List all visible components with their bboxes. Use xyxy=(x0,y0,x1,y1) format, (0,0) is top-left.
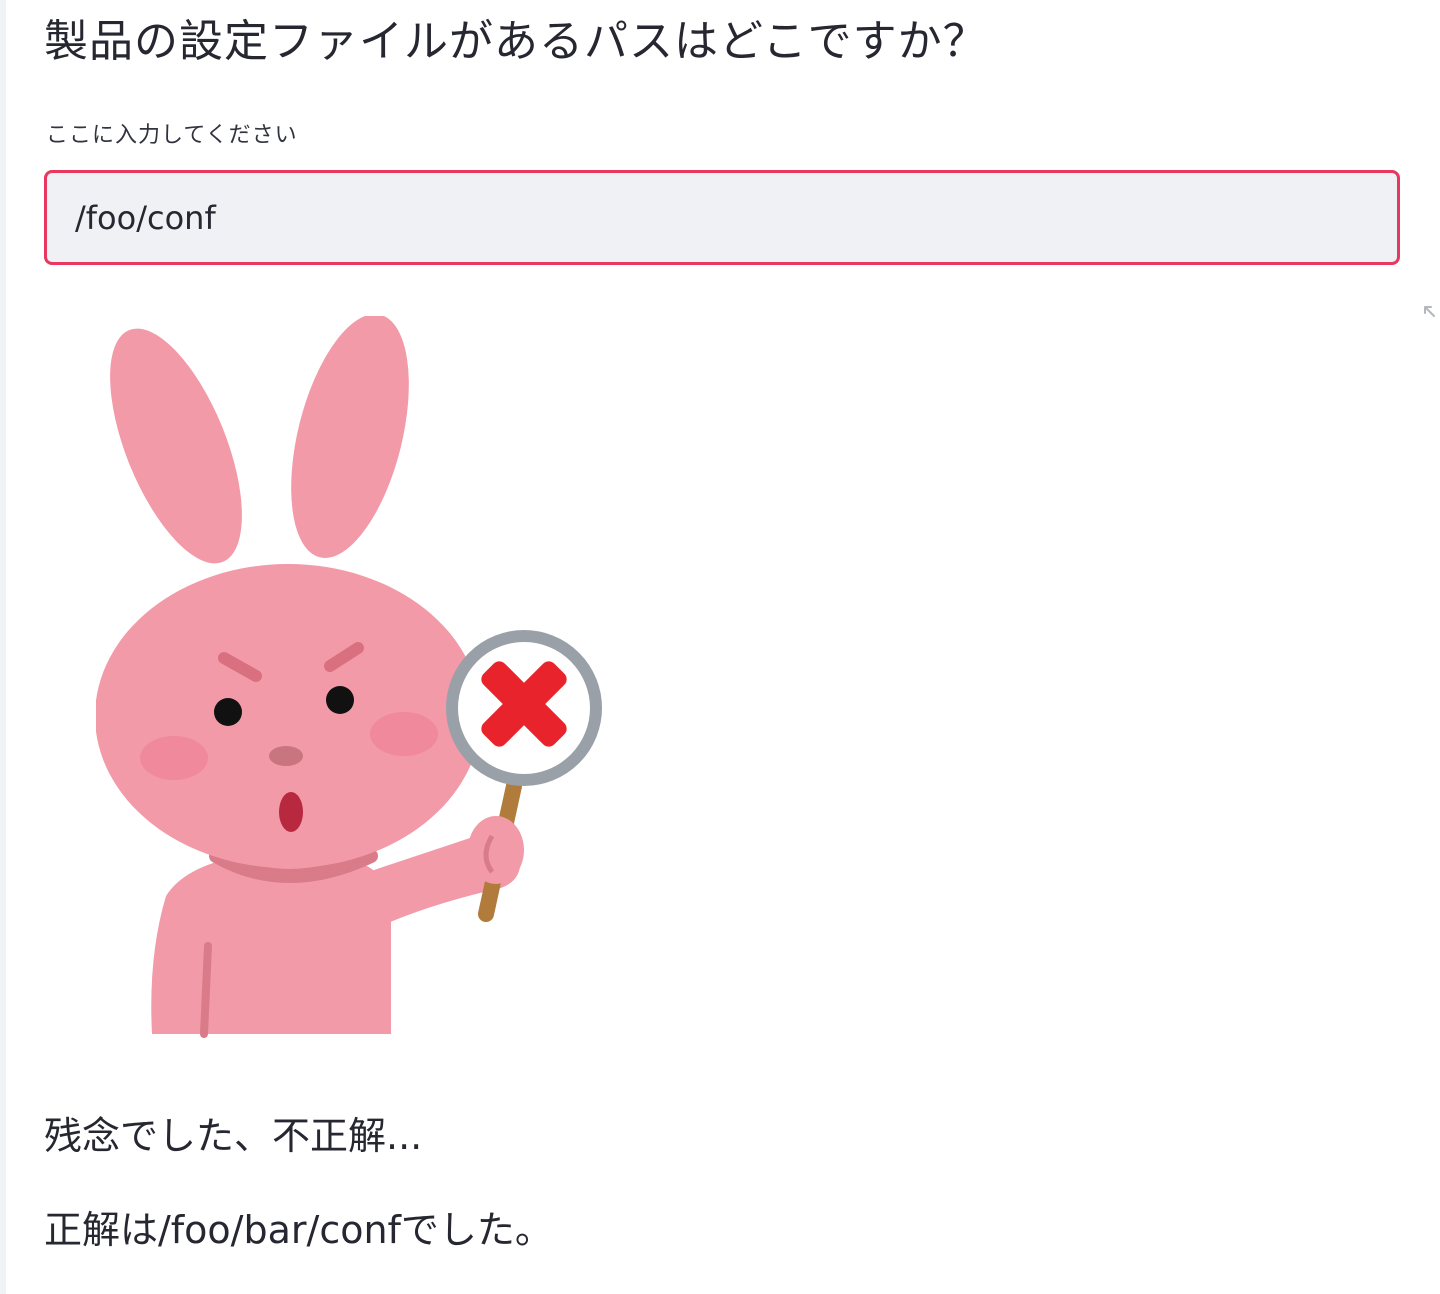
rabbit-right-eye xyxy=(326,686,354,714)
rabbit-nose xyxy=(269,746,303,766)
page-title: 製品の設定ファイルがあるパスはどこですか？ xyxy=(44,16,988,67)
app-left-edge xyxy=(0,0,6,1294)
answer-input-label: ここに入力してください xyxy=(46,123,298,148)
answer-input-container[interactable] xyxy=(44,170,1400,265)
rabbit-left-eye xyxy=(214,698,242,726)
rabbit-left-cheek xyxy=(140,736,208,780)
rabbit-holding-x-sign-image xyxy=(96,316,606,1040)
result-message: 残念でした、不正解... xyxy=(44,1114,423,1158)
rabbit-right-ear xyxy=(291,316,409,558)
fullscreen-icon[interactable] xyxy=(1422,304,1438,320)
answer-input[interactable] xyxy=(47,173,1397,262)
correct-answer-text: 正解は/foo/bar/confでした。 xyxy=(44,1208,553,1252)
rabbit-right-cheek xyxy=(370,712,438,756)
rabbit-hand xyxy=(468,816,524,884)
rabbit-mouth xyxy=(279,792,303,832)
rabbit-left-ear xyxy=(110,328,242,564)
